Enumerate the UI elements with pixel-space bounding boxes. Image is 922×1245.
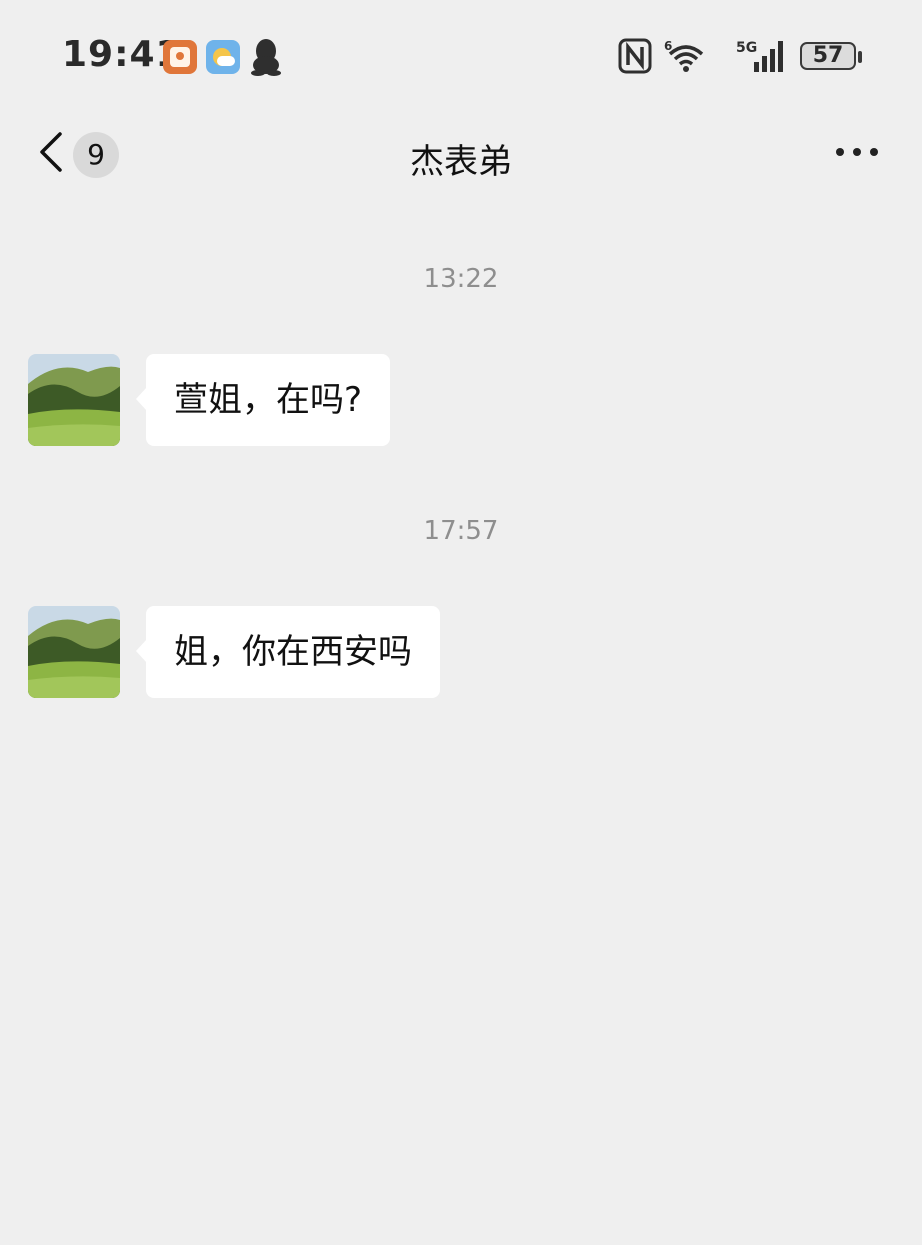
qq-icon bbox=[250, 38, 282, 76]
battery-icon: 57 bbox=[800, 42, 864, 72]
contact-avatar[interactable] bbox=[28, 354, 120, 446]
battery-percent: 57 bbox=[812, 43, 844, 68]
status-bar: 19:41 6 5G 57 bbox=[0, 0, 922, 112]
contact-avatar[interactable] bbox=[28, 606, 120, 698]
red-app-icon bbox=[163, 40, 197, 74]
signal-5g-icon: 5G bbox=[736, 38, 786, 74]
message-bubble[interactable]: 萱姐，在吗? bbox=[135, 354, 391, 446]
nfc-icon bbox=[618, 38, 652, 74]
message-timestamp: 13:22 bbox=[423, 264, 499, 294]
message-timestamp: 17:57 bbox=[423, 516, 499, 546]
message-bubble[interactable]: 姐，你在西安吗 bbox=[136, 606, 440, 698]
weather-icon bbox=[206, 40, 240, 74]
more-icon[interactable] bbox=[836, 148, 878, 158]
svg-text:5G: 5G bbox=[736, 40, 757, 56]
chat-title: 杰表弟 bbox=[410, 142, 512, 182]
wifi-icon: 6 bbox=[664, 38, 708, 74]
chat-header: 9 杰表弟 bbox=[0, 112, 922, 196]
system-icons: 6 5G 57 bbox=[604, 38, 864, 78]
